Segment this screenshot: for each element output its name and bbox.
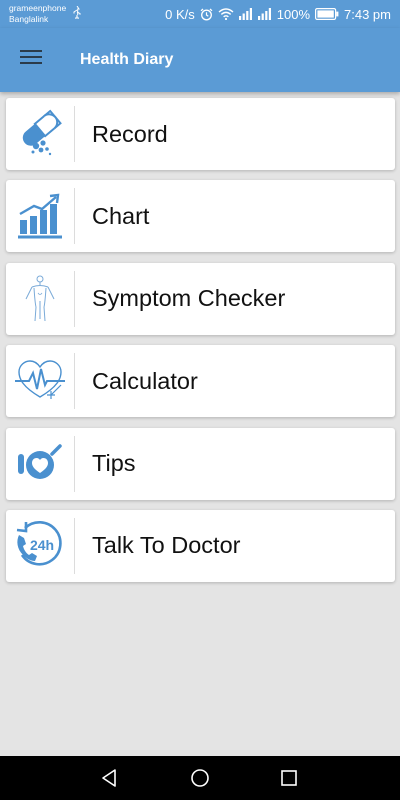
bar-chart-icon bbox=[6, 180, 74, 252]
clock-time: 7:43 pm bbox=[344, 6, 391, 22]
signal-strength-icon-2 bbox=[257, 8, 272, 20]
menu-item-label: Talk To Doctor bbox=[92, 532, 241, 559]
battery-percent: 100% bbox=[276, 6, 311, 22]
home-circle-icon[interactable] bbox=[189, 767, 211, 789]
card-divider bbox=[74, 270, 75, 327]
wifi-icon bbox=[218, 8, 234, 20]
menu-item-calculator[interactable]: Calculator bbox=[6, 345, 395, 418]
menu-item-talk-to-doctor[interactable]: 24h Talk To Doctor bbox=[6, 509, 395, 582]
status-bar: grameenphone Banglalink 0 K/s 100% 7:43 … bbox=[0, 0, 400, 28]
carrier-secondary: Banglalink bbox=[9, 14, 49, 24]
svg-text:24h: 24h bbox=[30, 537, 54, 553]
menu-item-symptom-checker[interactable]: Symptom Checker bbox=[6, 262, 395, 335]
menu-item-record[interactable]: Record bbox=[6, 98, 395, 170]
carrier-info: grameenphone Banglalink bbox=[9, 3, 66, 25]
menu-item-label: Record bbox=[92, 120, 168, 147]
card-divider bbox=[74, 106, 75, 162]
alarm-clock-icon bbox=[200, 8, 213, 21]
heart-tips-icon bbox=[6, 428, 74, 500]
hamburger-menu-icon[interactable] bbox=[20, 49, 42, 69]
menu-item-label: Symptom Checker bbox=[92, 285, 286, 312]
card-divider bbox=[74, 435, 75, 492]
menu-item-tips[interactable]: Tips bbox=[6, 427, 395, 500]
menu-item-label: Tips bbox=[92, 450, 136, 477]
menu-item-chart[interactable]: Chart bbox=[6, 180, 395, 253]
signal-strength-icon-1 bbox=[238, 8, 253, 20]
app-title: Health Diary bbox=[80, 51, 174, 68]
app-bar: Health Diary bbox=[0, 28, 400, 92]
body-figure-icon bbox=[6, 263, 74, 335]
recents-square-icon[interactable] bbox=[278, 767, 300, 789]
battery-icon bbox=[315, 8, 339, 20]
card-divider bbox=[74, 517, 75, 574]
network-speed: 0 K/s bbox=[165, 6, 195, 22]
menu-item-label: Chart bbox=[92, 202, 150, 229]
carrier-primary: grameenphone bbox=[9, 3, 67, 13]
phone-24h-icon: 24h bbox=[6, 510, 74, 582]
card-divider bbox=[74, 353, 75, 410]
heart-pulse-icon bbox=[6, 345, 74, 417]
pills-icon bbox=[6, 98, 74, 170]
back-triangle-icon[interactable] bbox=[99, 767, 121, 789]
menu-list: Record Chart Symptom Checker Calculator … bbox=[6, 98, 395, 592]
card-divider bbox=[74, 188, 75, 245]
navigation-bar bbox=[0, 756, 400, 800]
menu-item-label: Calculator bbox=[92, 367, 198, 394]
usb-icon bbox=[72, 5, 82, 24]
